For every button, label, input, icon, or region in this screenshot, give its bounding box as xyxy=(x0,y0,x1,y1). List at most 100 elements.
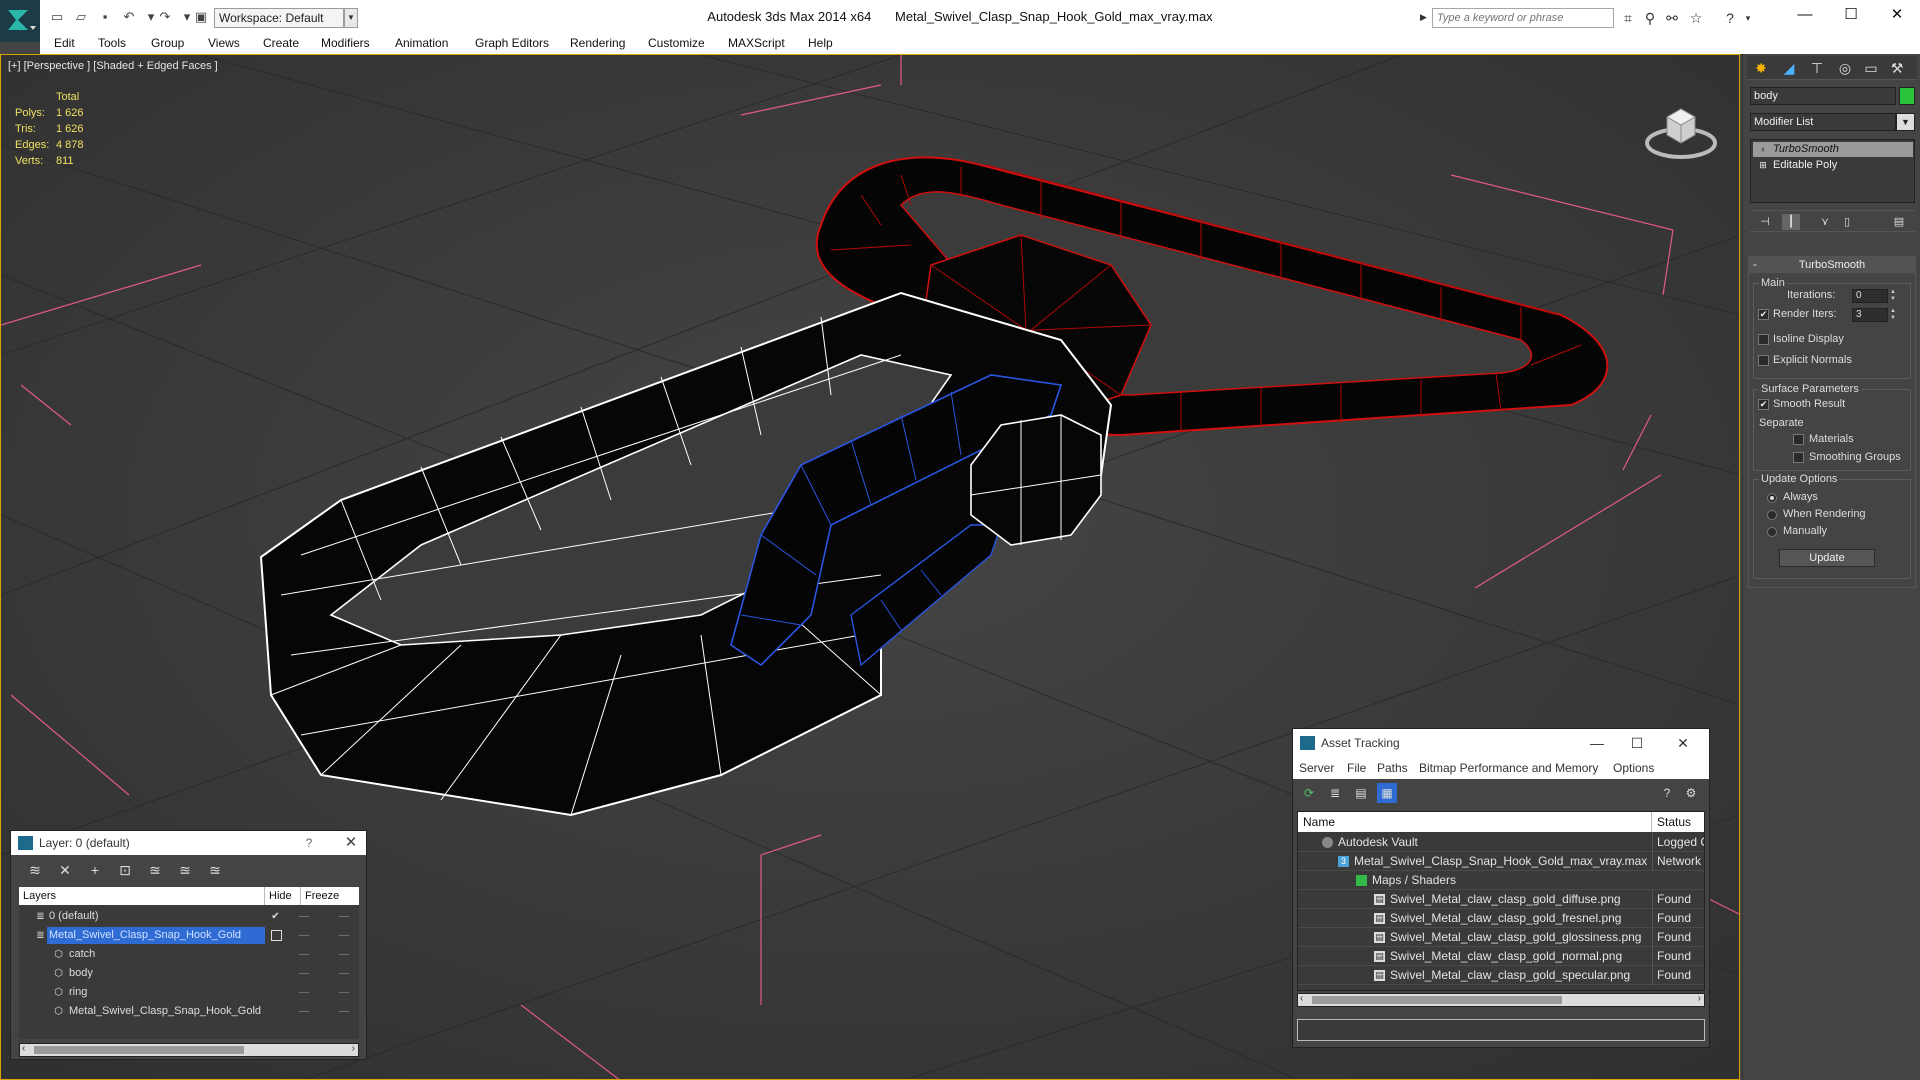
smooth-result-checkbox[interactable]: ✔ xyxy=(1758,399,1769,410)
menu-file[interactable]: File xyxy=(1347,761,1366,775)
new-file-icon[interactable]: ▭ xyxy=(48,9,66,25)
delete-layer-icon[interactable]: ✕ xyxy=(55,861,75,879)
freeze-toggle[interactable]: — xyxy=(337,926,351,945)
hide-toggle[interactable]: — xyxy=(297,945,311,964)
search-expand-icon[interactable]: ▶ xyxy=(1420,12,1430,24)
communication-center-icon[interactable]: ⚯ xyxy=(1662,9,1682,27)
project-folder-icon[interactable]: ▣ xyxy=(192,9,210,25)
menu-create[interactable]: Create xyxy=(263,36,299,50)
asset-row[interactable]: Autodesk Vault Logged O xyxy=(1298,833,1704,852)
menu-server[interactable]: Server xyxy=(1299,761,1334,775)
save-file-icon[interactable]: ▪ xyxy=(96,9,114,25)
spinner-arrows-icon[interactable]: ▲ ▼ xyxy=(1889,289,1897,303)
motion-tab-icon[interactable]: ◎ xyxy=(1833,57,1857,79)
always-radio[interactable] xyxy=(1767,493,1777,503)
hierarchy-tab-icon[interactable]: ⊤ xyxy=(1805,57,1829,79)
highlight-layer-icon[interactable]: ≊ xyxy=(175,861,195,879)
maximize-button[interactable]: ☐ xyxy=(1828,0,1874,30)
help-button[interactable]: ? xyxy=(299,831,319,855)
layer-row[interactable]: ≣ 0 (default) ✔ — — xyxy=(19,907,359,926)
list-view-icon[interactable]: ≣ xyxy=(1325,783,1345,803)
menu-views[interactable]: Views xyxy=(208,36,240,50)
materials-checkbox[interactable] xyxy=(1793,434,1804,445)
freeze-toggle[interactable]: — xyxy=(337,907,351,926)
binoculars-icon[interactable]: ⌗ xyxy=(1618,9,1638,27)
modifier-list-dropdown[interactable]: Modifier List xyxy=(1750,113,1896,131)
redo-icon[interactable]: ↷ xyxy=(156,9,174,25)
menu-tools[interactable]: Tools xyxy=(98,36,126,50)
search-input[interactable] xyxy=(1432,8,1614,28)
asset-row[interactable]: ▤ Swivel_Metal_claw_clasp_gold_glossines… xyxy=(1298,928,1704,947)
search-tools-icon[interactable]: ⚲ xyxy=(1640,9,1660,27)
horizontal-scrollbar[interactable]: ‹ › xyxy=(1297,993,1705,1007)
minimize-button[interactable]: — xyxy=(1782,0,1828,30)
configure-sets-icon[interactable]: ▤ xyxy=(1890,214,1908,230)
layer-row[interactable]: ⬡ catch — — xyxy=(19,945,359,964)
expand-plus-icon[interactable]: ⊞ xyxy=(1758,160,1768,170)
when-rendering-radio[interactable] xyxy=(1767,510,1777,520)
object-name-field[interactable]: body xyxy=(1750,87,1896,105)
active-layer-check-icon[interactable]: ✔ xyxy=(270,911,281,922)
menu-help[interactable]: Help xyxy=(808,36,833,50)
scroll-left-icon[interactable]: ‹ xyxy=(22,1043,25,1054)
close-icon[interactable]: ✕ xyxy=(339,831,363,855)
asset-row[interactable]: ▤ Swivel_Metal_claw_clasp_gold_fresnel.p… xyxy=(1298,909,1704,928)
minimize-button[interactable]: — xyxy=(1577,729,1617,757)
menu-modifiers[interactable]: Modifiers xyxy=(321,36,370,50)
menu-bitmap-performance[interactable]: Bitmap Performance and Memory xyxy=(1419,761,1598,775)
detail-view-icon[interactable]: ▤ xyxy=(1351,783,1371,803)
asset-row[interactable]: ▤ Swivel_Metal_claw_clasp_gold_diffuse.p… xyxy=(1298,890,1704,909)
col-name[interactable]: Name xyxy=(1298,812,1652,832)
modify-tab-icon[interactable]: ◢ xyxy=(1777,57,1801,79)
layer-row[interactable]: ⬡ body — — xyxy=(19,964,359,983)
remove-modifier-icon[interactable]: ▯ xyxy=(1838,214,1856,230)
set-active-checkbox[interactable] xyxy=(271,930,282,941)
menu-customize[interactable]: Customize xyxy=(648,36,705,50)
update-button[interactable]: Update xyxy=(1779,549,1875,567)
create-tab-icon[interactable]: ✸ xyxy=(1749,57,1773,79)
horizontal-scrollbar[interactable]: ‹ › xyxy=(19,1043,359,1057)
menu-graph-editors[interactable]: Graph Editors xyxy=(475,36,549,50)
select-objects-icon[interactable]: ≊ xyxy=(145,861,165,879)
help-icon[interactable]: ? xyxy=(1657,783,1677,803)
col-status[interactable]: Status xyxy=(1652,812,1704,832)
favorites-star-icon[interactable]: ☆ xyxy=(1686,9,1706,27)
hide-toggle[interactable]: — xyxy=(297,926,311,945)
asset-row[interactable]: 3 Metal_Swivel_Clasp_Snap_Hook_Gold_max_… xyxy=(1298,852,1704,871)
smoothing-groups-checkbox[interactable] xyxy=(1793,452,1804,463)
table-view-icon[interactable]: ▦ xyxy=(1377,783,1397,803)
add-selection-icon[interactable]: ⊡ xyxy=(115,861,135,879)
display-tab-icon[interactable]: ▭ xyxy=(1859,57,1883,79)
lightbulb-icon[interactable]: ♁ xyxy=(1758,144,1768,154)
layer-row[interactable]: ⬡ Metal_Swivel_Clasp_Snap_Hook_Gold — — xyxy=(19,1002,359,1021)
layer-row[interactable]: ≣ Metal_Swivel_Clasp_Snap_Hook_Gold — — xyxy=(19,926,359,945)
spinner-arrows-icon[interactable]: ▲ ▼ xyxy=(1889,308,1897,322)
freeze-toggle[interactable]: — xyxy=(337,945,351,964)
freeze-toggle[interactable]: — xyxy=(337,1002,351,1021)
render-iters-checkbox[interactable]: ✔ xyxy=(1758,309,1769,320)
object-color-swatch[interactable] xyxy=(1899,87,1915,105)
collapse-icon[interactable]: - xyxy=(1753,257,1757,273)
render-iters-spinner[interactable]: 3 xyxy=(1852,308,1888,322)
explicit-normals-checkbox[interactable] xyxy=(1758,355,1769,366)
col-freeze[interactable]: Freeze xyxy=(301,887,359,905)
hide-toggle[interactable]: — xyxy=(297,983,311,1002)
workspace-select[interactable]: Workspace: Default xyxy=(214,8,344,28)
utilities-tab-icon[interactable]: ⚒ xyxy=(1885,57,1909,79)
menu-edit[interactable]: Edit xyxy=(54,36,75,50)
show-end-result-icon[interactable]: ┃ xyxy=(1782,214,1800,230)
help-icon[interactable]: ? xyxy=(1720,9,1740,27)
col-layers[interactable]: Layers xyxy=(19,887,265,905)
menu-maxscript[interactable]: MAXScript xyxy=(728,36,785,50)
menu-paths[interactable]: Paths xyxy=(1377,761,1408,775)
asset-row[interactable]: Maps / Shaders xyxy=(1298,871,1704,890)
stack-item-editable-poly[interactable]: ⊞ Editable Poly xyxy=(1753,158,1913,173)
refresh-icon[interactable]: ⟳ xyxy=(1299,783,1319,803)
menu-rendering[interactable]: Rendering xyxy=(570,36,625,50)
help-dropdown-icon[interactable]: ▾ xyxy=(1738,9,1758,27)
make-unique-icon[interactable]: ⋎ xyxy=(1816,214,1834,230)
undo-icon[interactable]: ↶ xyxy=(120,9,138,25)
rollout-header[interactable]: - TurboSmooth xyxy=(1749,257,1915,273)
asset-panel-title[interactable]: Asset Tracking — ☐ ✕ xyxy=(1293,729,1709,757)
chevron-down-icon[interactable]: ▼ xyxy=(1896,113,1915,131)
